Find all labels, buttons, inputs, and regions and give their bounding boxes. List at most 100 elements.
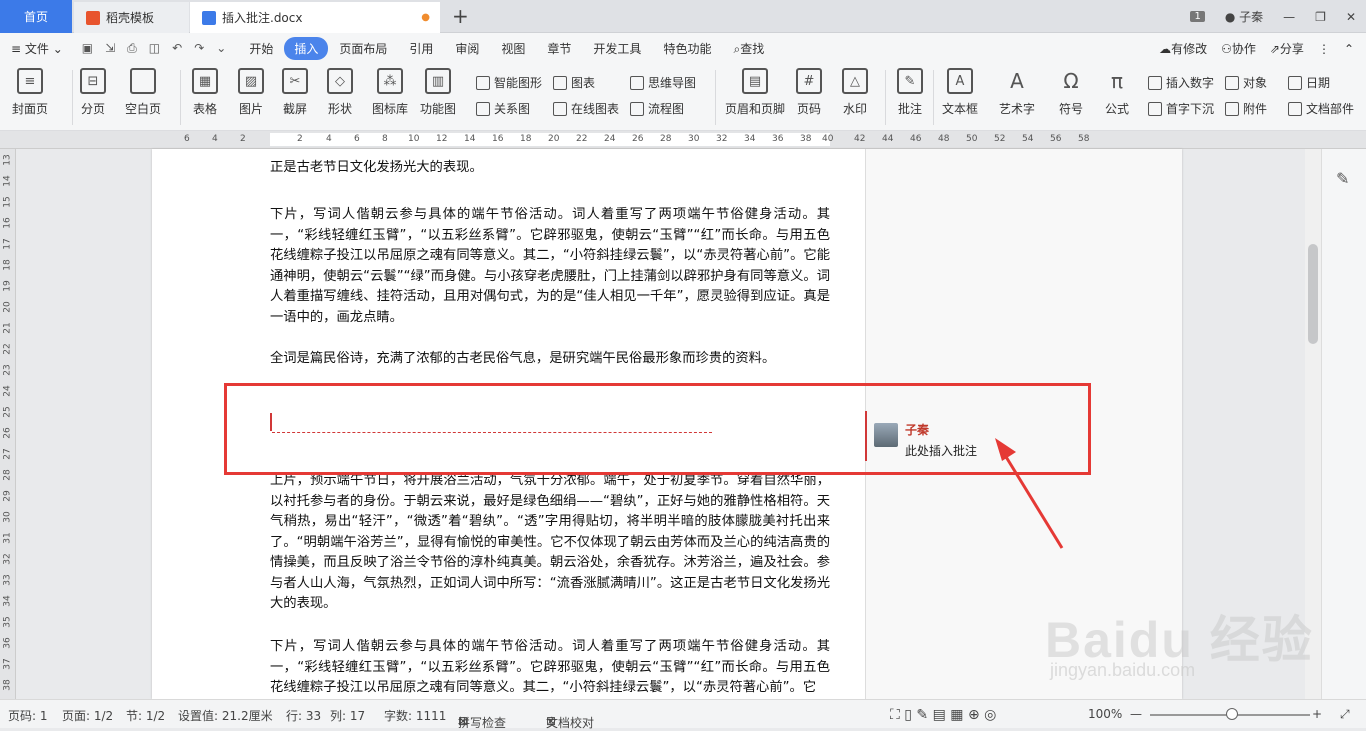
menu-chapter[interactable]: 章节 — [536, 40, 582, 57]
vertical-ruler[interactable]: 13 14 15 16 17 18 19 20 21 22 23 24 25 2… — [0, 149, 16, 699]
insert-number-button[interactable]: 插入数字 — [1148, 74, 1214, 91]
has-changes-button[interactable]: ☁有修改 — [1159, 40, 1207, 57]
zoom-in-icon[interactable]: + — [1312, 707, 1322, 721]
blank-page-button[interactable]: 空白页 — [125, 68, 161, 117]
paragraph[interactable]: 下片，写词人偕朝云参与具体的端午节俗活动。词人着重写了两项端午节俗健身活动。其一… — [270, 637, 830, 699]
attachment-button[interactable]: 附件 — [1225, 100, 1267, 117]
search-button[interactable]: ⌕查找 — [722, 40, 775, 57]
more-options-icon[interactable]: ⋮ — [1318, 42, 1330, 56]
icon-library-button[interactable]: ⁂ 图标库 — [372, 68, 408, 117]
flowchart-button[interactable]: 流程图 — [630, 100, 684, 117]
zoom-slider-handle[interactable] — [1226, 708, 1238, 720]
symbol-icon: Ω — [1063, 69, 1079, 93]
ruler-tick: 58 — [1078, 134, 1090, 144]
ruler-tick: 4 — [326, 134, 332, 144]
minimize-icon[interactable]: — — [1283, 10, 1295, 24]
ruler-tick: 22 — [576, 134, 588, 144]
collaborate-button[interactable]: ⚇协作 — [1221, 40, 1256, 57]
shape-button[interactable]: ◇ 形状 — [327, 68, 353, 117]
export-icon[interactable]: ⇲ — [105, 41, 115, 56]
smart-graphic-button[interactable]: 智能图形 — [476, 74, 542, 91]
new-tab-button[interactable]: + — [452, 4, 469, 28]
close-icon[interactable]: ✕ — [1346, 10, 1356, 24]
picture-button[interactable]: ▨ 图片 — [238, 68, 264, 117]
menu-view[interactable]: 视图 — [490, 40, 536, 57]
chart-button[interactable]: 图表 — [553, 74, 595, 91]
save-icon[interactable]: ▣ — [82, 41, 93, 56]
zoom-level[interactable]: 100% — [1088, 707, 1122, 721]
function-chart-button[interactable]: ▥ 功能图 — [420, 68, 456, 117]
attachment-label: 附件 — [1243, 102, 1268, 116]
header-footer-label: 页眉和页脚 — [725, 102, 786, 116]
online-chart-button[interactable]: 在线图表 — [553, 100, 619, 117]
pen-icon[interactable]: ✎ — [1336, 169, 1349, 188]
window-count-badge[interactable]: 1 — [1190, 11, 1205, 22]
wordart-icon: A — [1010, 69, 1024, 93]
ruler-tick: 27 — [2, 448, 13, 460]
share-button[interactable]: ⇗分享 — [1270, 40, 1304, 57]
comment-label: 批注 — [897, 102, 922, 116]
paragraph[interactable]: 下片，写词人偕朝云参与具体的端午节俗活动。词人着重写了两项端午节俗健身活动。其一… — [270, 205, 830, 328]
user-avatar[interactable]: ● 子秦 — [1225, 8, 1263, 25]
table-button[interactable]: ▦ 表格 — [192, 68, 218, 117]
status-section: 节: 1/2 — [126, 709, 166, 723]
ruler-tick: 34 — [2, 595, 13, 607]
watermark-button[interactable]: △ 水印 — [842, 68, 868, 117]
tab-document[interactable]: 插入批注.docx ● — [190, 2, 440, 33]
wordart-button[interactable]: A 艺术字 — [999, 68, 1035, 117]
menu-insert[interactable]: 插入 — [284, 37, 329, 60]
print-icon[interactable]: ⎙ — [127, 41, 137, 56]
object-icon — [1225, 75, 1239, 90]
paragraph[interactable]: 上片，预示端午节日，将开展浴兰活动，气氛十分浓郁。端午，处于初夏季节。穿着自然华… — [270, 471, 830, 615]
scroll-thumb[interactable] — [1308, 244, 1318, 344]
menu-review[interactable]: 审阅 — [444, 40, 490, 57]
ruler-tick: 28 — [660, 134, 672, 144]
screenshot-button[interactable]: ✂ 截屏 — [282, 68, 308, 117]
doc-parts-button[interactable]: 文档部件 — [1288, 100, 1354, 117]
symbol-button[interactable]: Ω 符号 — [1058, 68, 1084, 117]
header-footer-button[interactable]: ▤ 页眉和页脚 — [725, 68, 785, 117]
menu-features[interactable]: 特色功能 — [652, 40, 722, 57]
menu-layout[interactable]: 页面布局 — [328, 40, 398, 57]
date-button[interactable]: 日期 — [1288, 74, 1330, 91]
status-setting: 设置值: 21.2厘米 — [178, 709, 273, 723]
formula-icon: π — [1110, 69, 1124, 93]
zoom-out-icon[interactable]: — — [1130, 707, 1142, 721]
function-chart-label: 功能图 — [420, 102, 457, 116]
horizontal-ruler[interactable]: 6 4 2 2 4 6 8 10 12 14 16 18 20 22 24 26… — [0, 131, 1366, 149]
menu-reference[interactable]: 引用 — [398, 40, 444, 57]
paragraph-cut[interactable]: 正是古老节日文化发扬光大的表现。 — [270, 149, 830, 178]
restore-icon[interactable]: ❐ — [1315, 10, 1326, 24]
more-icon[interactable]: ⌄ — [216, 41, 226, 56]
formula-button[interactable]: π 公式 — [1104, 68, 1130, 117]
spell-check-label: 拼写检查 — [458, 716, 507, 730]
formula-label: 公式 — [1104, 102, 1129, 116]
tab-home[interactable]: 首页 — [0, 0, 72, 33]
ruler-tick: 6 — [354, 134, 360, 144]
ruler-tick: 22 — [2, 343, 13, 355]
page-number-button[interactable]: # 页码 — [796, 68, 822, 117]
menu-devtools[interactable]: 开发工具 — [582, 40, 652, 57]
menu-start[interactable]: 开始 — [238, 40, 284, 57]
ribbon-toolbar: ≡ 封面页 ⊟ 分页 空白页 ▦ 表格 ▨ 图片 ✂ 截屏 ◇ 形状 ⁂ 图标库 ▥ 功能图 智… — [0, 64, 1366, 131]
ruler-tick: 35 — [2, 616, 13, 628]
mindmap-button[interactable]: 思维导图 — [630, 74, 696, 91]
preview-icon[interactable]: ◫ — [149, 41, 160, 56]
fullscreen-icon[interactable]: ⤢ — [1340, 707, 1350, 722]
redo-icon[interactable]: ↷ — [194, 41, 204, 56]
file-menu[interactable]: ≡ 文件 ⌄ — [0, 40, 74, 57]
drop-cap-button[interactable]: 首字下沉 — [1148, 100, 1214, 117]
comment-button[interactable]: ✎ 批注 — [897, 68, 923, 117]
paragraph[interactable]: 全词是篇民俗诗，充满了浓郁的古老民俗气息，是研究端午民俗最形象而珍贵的资料。 — [270, 349, 830, 370]
textbox-button[interactable]: A 文本框 — [942, 68, 978, 117]
undo-icon[interactable]: ↶ — [172, 41, 182, 56]
relation-chart-button[interactable]: 关系图 — [476, 100, 530, 117]
collapse-ribbon-icon[interactable]: ⌃ — [1344, 42, 1354, 56]
page-break-button[interactable]: ⊟ 分页 — [80, 68, 106, 117]
view-mode-icons[interactable]: ⛶ ▯ ✎ ▤ ▦ ⊕ ◎ — [890, 707, 996, 723]
object-button[interactable]: 对象 — [1225, 74, 1267, 91]
tab-template[interactable]: 稻壳模板 — [74, 2, 189, 33]
page-break-icon: ⊟ — [80, 68, 106, 94]
online-chart-icon — [553, 101, 567, 116]
cover-page-button[interactable]: ≡ 封面页 — [12, 68, 48, 117]
